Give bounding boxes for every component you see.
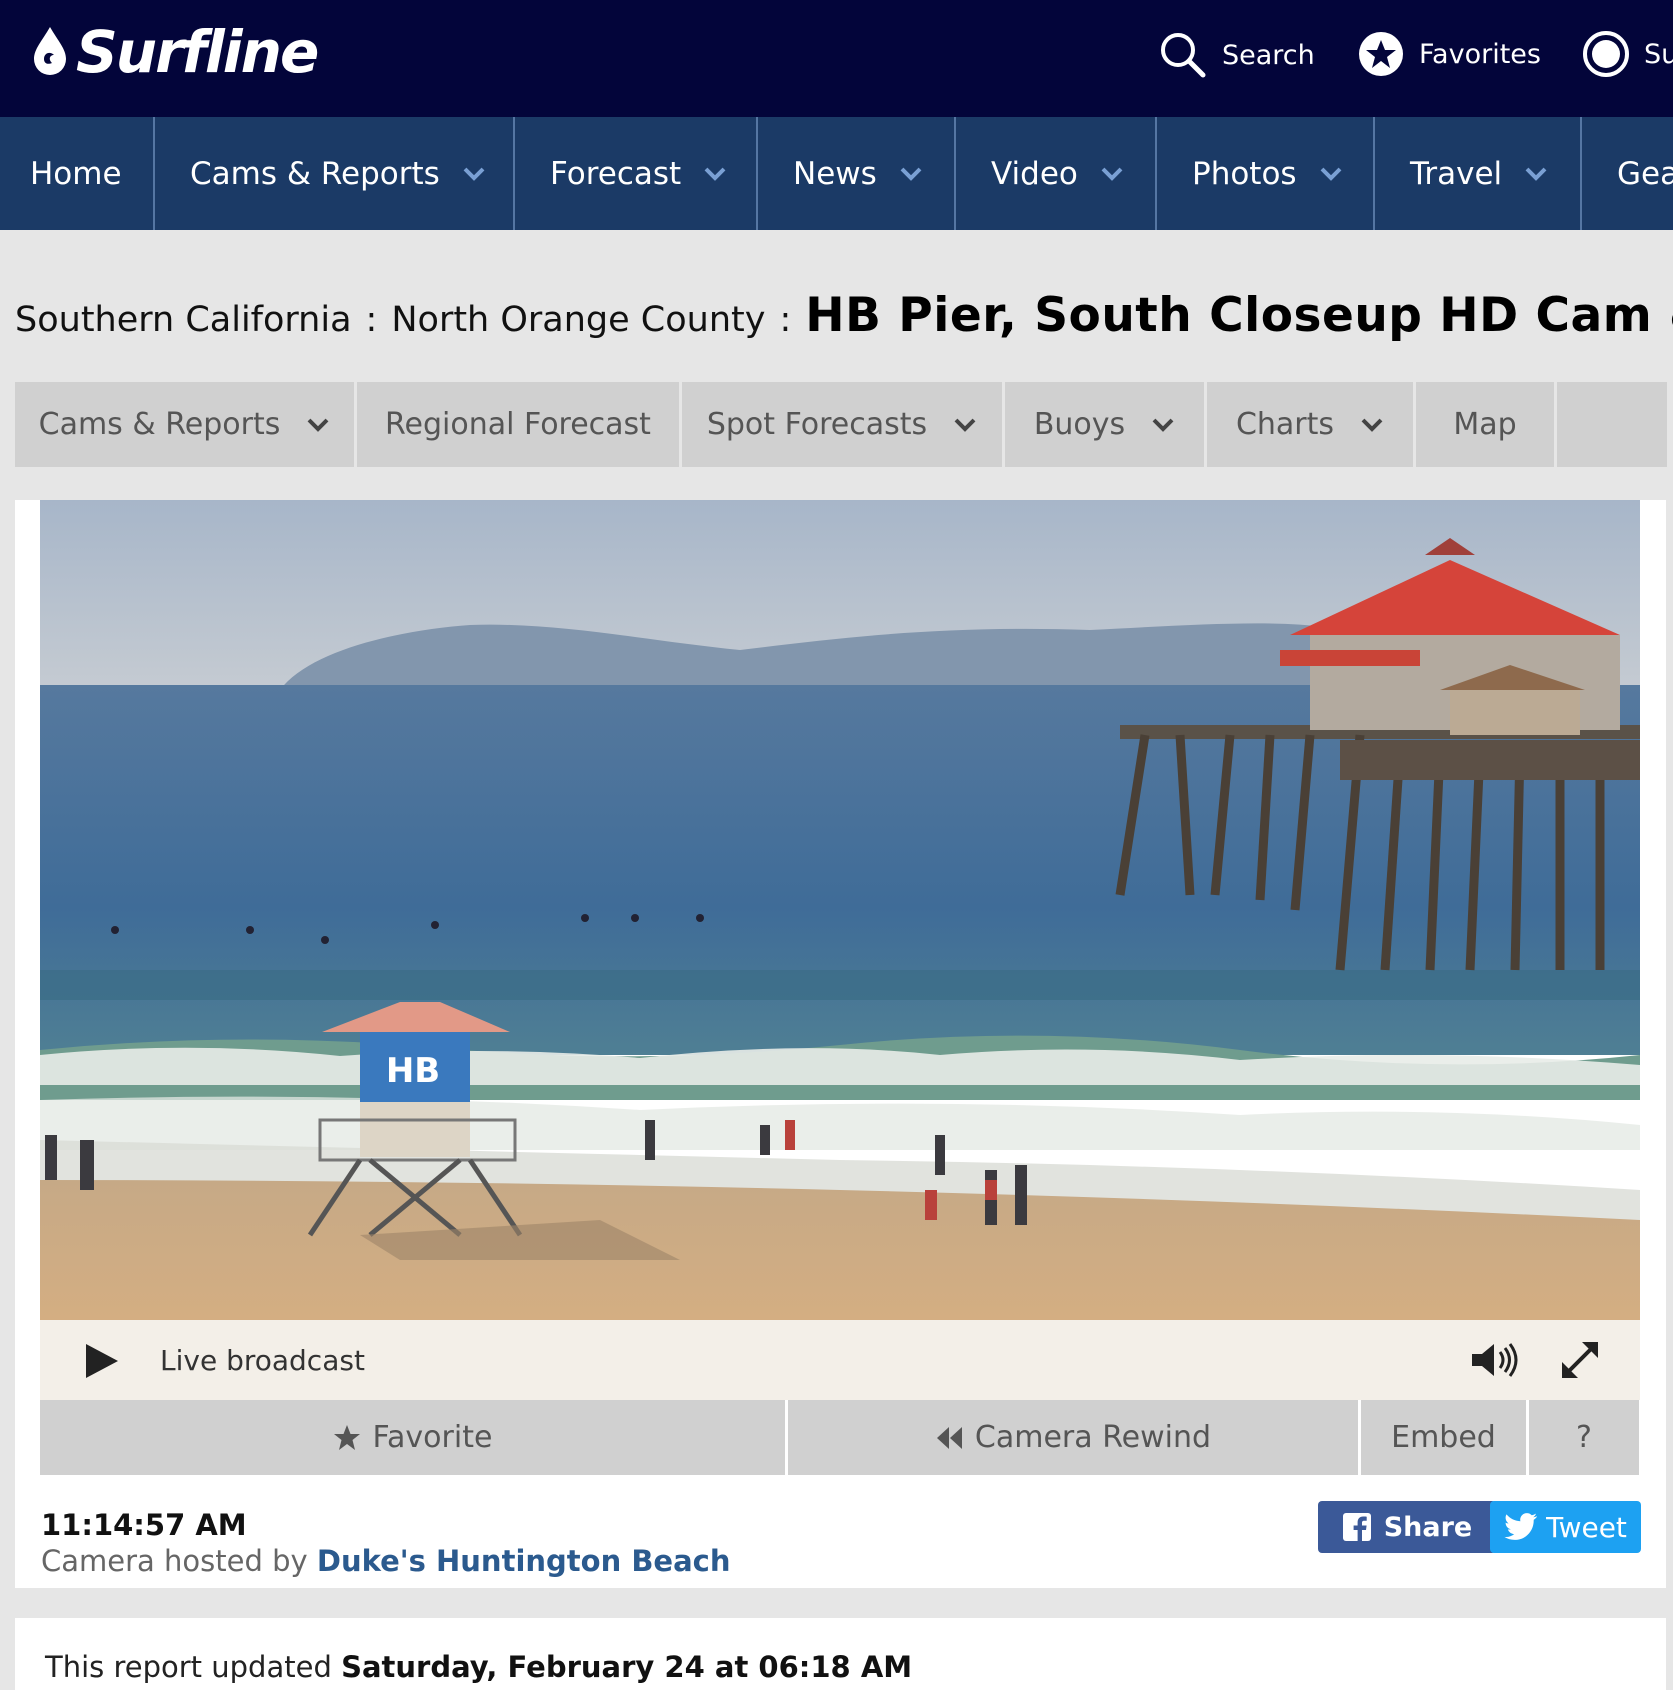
favorites-link[interactable]: Favorites xyxy=(1357,30,1541,78)
subnav-more[interactable] xyxy=(1557,382,1667,467)
subnav-spot-forecasts[interactable]: Spot Forecasts xyxy=(682,382,1002,467)
rewind-icon xyxy=(936,1426,962,1449)
subnav-label: Charts xyxy=(1235,407,1335,442)
fullscreen-icon[interactable] xyxy=(1560,1340,1600,1380)
hosted-by: Camera hosted by Duke's Huntington Beach xyxy=(41,1544,731,1578)
subscribe-label: Su xyxy=(1644,38,1673,70)
hosted-prefix: Camera hosted by xyxy=(41,1544,308,1578)
breadcrumb-subregion[interactable]: North Orange County xyxy=(391,300,765,340)
subscribe-link[interactable]: Su xyxy=(1582,30,1673,78)
host-link[interactable]: Duke's Huntington Beach xyxy=(317,1544,731,1578)
tweet-label: Tweet xyxy=(1546,1510,1627,1544)
video-controls: Live broadcast xyxy=(40,1320,1640,1400)
main-nav: Home Cams & Reports Forecast News Video … xyxy=(0,117,1673,230)
star-circle-icon xyxy=(1359,32,1403,76)
subnav-map[interactable]: Map xyxy=(1416,382,1554,467)
subnav-label: Map xyxy=(1453,407,1517,442)
subnav-label: Cams & Reports xyxy=(38,407,281,442)
subnav-cams-reports[interactable]: Cams & Reports xyxy=(15,382,354,467)
subnav-label: Buoys xyxy=(1033,407,1126,442)
subnav-buoys[interactable]: Buoys xyxy=(1005,382,1204,467)
chevron-down-icon xyxy=(307,418,329,432)
nav-item-home[interactable]: Home xyxy=(0,117,155,230)
nav-item-forecast[interactable]: Forecast xyxy=(515,117,758,230)
chevron-down-icon xyxy=(1320,167,1342,181)
embed-label: Embed xyxy=(1391,1420,1496,1455)
chevron-down-icon xyxy=(1101,167,1123,181)
subnav-label: Spot Forecasts xyxy=(706,407,928,442)
breadcrumb-region[interactable]: Southern California xyxy=(15,300,352,340)
nav-label: Cams & Reports xyxy=(190,155,440,192)
chevron-down-icon xyxy=(900,167,922,181)
search-icon xyxy=(1161,33,1206,78)
share-label: Share xyxy=(1383,1511,1473,1543)
nav-item-gear[interactable]: Gea xyxy=(1582,117,1673,230)
chevron-down-icon xyxy=(463,167,485,181)
sub-nav: Cams & Reports Regional Forecast Spot Fo… xyxy=(15,382,1673,467)
nav-label: Travel xyxy=(1410,155,1503,192)
top-header: Surfline Search Favorites Su xyxy=(0,0,1673,117)
twitter-bird-icon xyxy=(1504,1513,1538,1540)
subnav-label: Regional Forecast xyxy=(385,407,651,442)
nav-item-travel[interactable]: Travel xyxy=(1375,117,1582,230)
subnav-regional-forecast[interactable]: Regional Forecast xyxy=(357,382,679,467)
cam-panel: HB Live broadcast Favorite Camera Rewind… xyxy=(15,500,1666,1588)
beach-cam-image: HB xyxy=(40,500,1640,1320)
play-icon[interactable] xyxy=(82,1342,120,1380)
facebook-share-button[interactable]: Share xyxy=(1318,1501,1496,1553)
favorites-label: Favorites xyxy=(1419,38,1541,70)
page-title: HB Pier, South Closeup HD Cam & xyxy=(805,288,1673,343)
nav-item-cams-reports[interactable]: Cams & Reports xyxy=(155,117,515,230)
logo-drop-icon xyxy=(34,27,66,75)
favorite-button[interactable]: Favorite xyxy=(40,1400,785,1475)
radio-circle-icon xyxy=(1583,31,1629,77)
chevron-down-icon xyxy=(1152,418,1174,432)
nav-label: Home xyxy=(30,155,122,192)
nav-label: Forecast xyxy=(550,155,682,192)
camera-rewind-button[interactable]: Camera Rewind xyxy=(788,1400,1358,1475)
nav-label: News xyxy=(793,155,877,192)
chevron-down-icon xyxy=(1361,418,1383,432)
breadcrumb: Southern California : North Orange Count… xyxy=(15,288,1673,343)
report-datetime: Saturday, February 24 at 06:18 AM xyxy=(341,1650,913,1684)
chevron-down-icon xyxy=(1525,167,1547,181)
surfline-logo[interactable]: Surfline xyxy=(30,18,319,86)
help-button[interactable]: ? xyxy=(1529,1400,1639,1475)
cam-video[interactable]: HB xyxy=(40,500,1640,1320)
subnav-charts[interactable]: Charts xyxy=(1207,382,1413,467)
favorite-label: Favorite xyxy=(372,1420,493,1455)
report-panel: This report updated Saturday, February 2… xyxy=(15,1618,1666,1690)
facebook-icon xyxy=(1342,1513,1371,1542)
logo-text: Surfline xyxy=(76,18,319,86)
breadcrumb-separator: : xyxy=(779,300,792,340)
search-label: Search xyxy=(1222,39,1315,71)
cam-actions: Favorite Camera Rewind Embed ? xyxy=(40,1400,1642,1475)
embed-button[interactable]: Embed xyxy=(1361,1400,1526,1475)
nav-label: Video xyxy=(991,155,1078,192)
report-prefix: This report updated xyxy=(45,1650,332,1684)
live-broadcast-label: Live broadcast xyxy=(160,1344,365,1377)
chevron-down-icon xyxy=(704,167,726,181)
volume-icon[interactable] xyxy=(1470,1340,1520,1380)
chevron-down-icon xyxy=(954,418,976,432)
tower-logo: HB xyxy=(386,1051,440,1091)
nav-label: Photos xyxy=(1192,155,1297,192)
breadcrumb-separator: : xyxy=(365,300,378,340)
nav-item-news[interactable]: News xyxy=(758,117,956,230)
cam-time: 11:14:57 AM xyxy=(41,1508,247,1542)
search-link[interactable]: Search xyxy=(1158,30,1315,80)
camera-rewind-label: Camera Rewind xyxy=(974,1420,1212,1455)
nav-item-photos[interactable]: Photos xyxy=(1157,117,1375,230)
nav-item-video[interactable]: Video xyxy=(956,117,1157,230)
twitter-tweet-button[interactable]: Tweet xyxy=(1490,1501,1641,1553)
nav-label: Gea xyxy=(1617,155,1673,192)
star-icon xyxy=(333,1424,360,1450)
help-label: ? xyxy=(1576,1420,1592,1455)
report-updated: This report updated Saturday, February 2… xyxy=(45,1650,912,1684)
